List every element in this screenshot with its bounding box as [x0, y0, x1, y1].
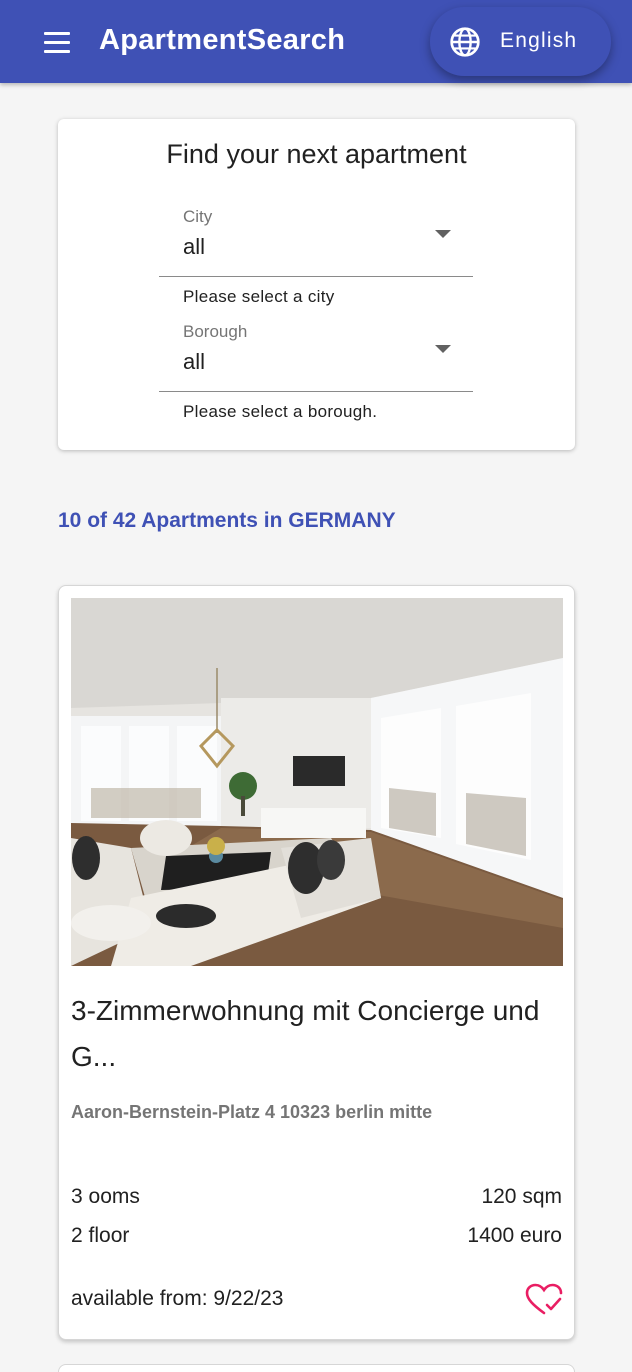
price-value: 1400 euro: [467, 1224, 562, 1247]
search-card: Find your next apartment City all Please…: [58, 119, 575, 450]
chevron-down-icon: [435, 230, 451, 238]
borough-select-value: all: [183, 349, 206, 374]
city-select-label: City: [183, 207, 213, 226]
floor-value: 2 floor: [71, 1224, 130, 1247]
living-room-image: [71, 598, 563, 966]
borough-select[interactable]: Borough all: [159, 322, 473, 392]
city-select-value: all: [183, 234, 206, 259]
menu-icon[interactable]: [38, 26, 78, 58]
borough-select-label: Borough: [183, 322, 248, 341]
results-summary: 10 of 42 Apartments in GERMANY: [58, 509, 396, 532]
apartment-title[interactable]: 3-Zimmerwohnung mit Concierge und G...: [71, 988, 551, 1080]
city-helper-text: Please select a city: [183, 287, 335, 306]
search-heading: Find your next apartment: [166, 139, 467, 169]
app-title[interactable]: ApartmentSearch: [99, 24, 345, 57]
chevron-down-icon: [435, 345, 451, 353]
language-label: English: [500, 29, 578, 52]
rooms-value: 3 ooms: [71, 1185, 140, 1208]
heart-check-icon[interactable]: [525, 1283, 563, 1317]
city-select[interactable]: City all: [159, 207, 473, 277]
availability-date: available from: 9/22/23: [71, 1287, 284, 1310]
borough-helper-text: Please select a borough.: [183, 402, 378, 421]
app-bar: ApartmentSearch English: [0, 0, 632, 83]
area-value: 120 sqm: [481, 1185, 562, 1208]
language-button[interactable]: English: [430, 7, 611, 76]
apartment-photo[interactable]: [71, 598, 563, 966]
apartment-card[interactable]: 3-Zimmerwohnung mit Concierge und G... A…: [58, 585, 575, 1340]
next-apartment-card[interactable]: [58, 1364, 575, 1372]
apartment-address: Aaron-Bernstein-Platz 4 10323 berlin mit…: [71, 1102, 433, 1122]
globe-icon: [450, 27, 480, 57]
